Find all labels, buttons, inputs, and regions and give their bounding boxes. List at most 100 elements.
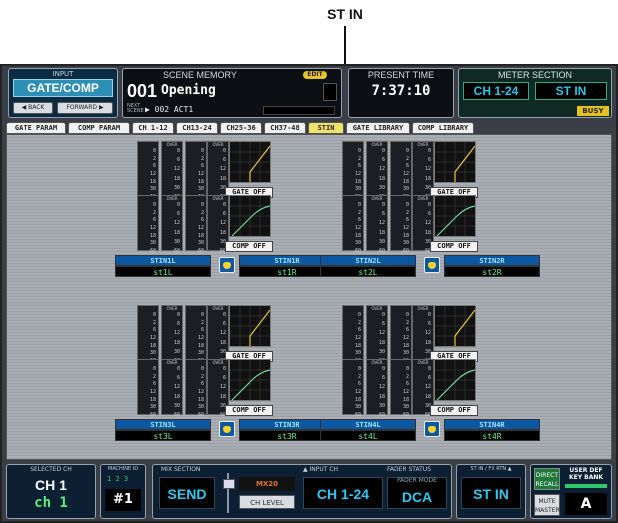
tab-comp-param[interactable]: COMP PARAM — [68, 122, 130, 134]
tab-comp-library[interactable]: COMP LIBRARY — [412, 122, 474, 134]
comp-off-button[interactable]: COMP OFF — [225, 405, 273, 416]
meter-tick: 18 — [149, 178, 156, 185]
next-scene-label: NEXT SCENE — [127, 103, 144, 114]
comp-off-button[interactable]: COMP OFF — [430, 405, 478, 416]
tab-ch13-24[interactable]: CH13-24 — [176, 122, 218, 134]
meter-tick: 30 — [173, 348, 180, 355]
scene-name: Opening — [161, 83, 216, 98]
level-meter: OVER0612183060 — [161, 359, 183, 418]
back-button[interactable]: ◀ BACK — [13, 102, 53, 114]
channel-name-left[interactable]: st3L — [115, 430, 211, 441]
channel-id-left[interactable]: STIN3L — [115, 419, 211, 430]
meter-tick: 0 — [405, 148, 409, 154]
gate-curve-graph[interactable] — [229, 305, 271, 347]
tab-ch-1-12[interactable]: CH 1-12 — [132, 122, 174, 134]
stin-button[interactable]: ST IN — [461, 477, 521, 509]
channel-name-left[interactable]: st4L — [320, 430, 416, 441]
level-meter: 02612183060 — [342, 141, 364, 200]
meter-tick: 30 — [197, 350, 204, 357]
input-ch-button[interactable]: CH 1-24 — [303, 477, 383, 509]
stereo-link-icon[interactable] — [219, 257, 235, 273]
tab-gate-param[interactable]: GATE PARAM — [6, 122, 66, 134]
gate-curve-graph[interactable] — [229, 141, 271, 183]
bank-indicator-bar — [565, 484, 607, 488]
scene-number[interactable]: 001 — [127, 81, 157, 102]
tab-ch25-36[interactable]: CH25-36 — [220, 122, 262, 134]
mix-20-display[interactable]: MX20 — [239, 477, 295, 491]
meter-tick: 30 — [354, 186, 361, 193]
stereo-link-icon[interactable] — [219, 421, 235, 437]
meter-tick: 12 — [354, 225, 361, 231]
channel-id-left[interactable]: STIN4L — [320, 419, 416, 430]
stin-panel: 02612183060OVER061218306002612183060OVER… — [6, 134, 612, 460]
meter-tick: 18 — [149, 396, 156, 403]
meter-tick: 0 — [357, 366, 361, 372]
channel-id-right[interactable]: STIN2R — [444, 255, 540, 266]
channel-name-left[interactable]: st1L — [115, 266, 211, 277]
tab-gate-library[interactable]: GATE LIBRARY — [346, 122, 410, 134]
channel-id-left[interactable]: STIN1L — [115, 255, 211, 266]
ch-level-button[interactable]: CH LEVEL — [239, 495, 295, 509]
direct-recall-button[interactable]: DIRECT RECALL — [534, 468, 560, 490]
meter-over-label: OVER — [371, 142, 383, 147]
scene-memory: SCENE MEMORY EDIT 001 Opening NEXT SCENE… — [122, 68, 342, 118]
meter-tick: 30 — [354, 404, 361, 411]
level-meter: 02612183060 — [390, 305, 412, 364]
level-meter: 02612183060 — [342, 195, 364, 254]
meter-tick: 6 — [152, 381, 156, 388]
meter-tick: 30 — [402, 404, 409, 411]
stereo-link-icon[interactable] — [424, 257, 440, 273]
forward-button[interactable]: FORWARD ▶ — [57, 102, 113, 114]
gate-curve-graph[interactable] — [434, 305, 476, 347]
meter-tick: 6 — [176, 321, 180, 328]
meter-tick: 6 — [152, 217, 156, 224]
meter-tick: 12 — [424, 330, 431, 337]
channel-pair: STIN1L st1L STIN1R st1R — [115, 255, 345, 277]
meter-tick: 60 — [149, 412, 156, 418]
mute-master-button[interactable]: MUTE MASTER — [534, 494, 560, 516]
function-title[interactable]: GATE/COMP — [13, 79, 113, 97]
comp-curve-graph[interactable] — [434, 195, 476, 237]
send-button[interactable]: SEND — [159, 477, 215, 509]
level-meter: OVER0612183060 — [161, 141, 183, 200]
level-meter: 02612183060 — [390, 359, 412, 418]
gate-curve-graph[interactable] — [434, 141, 476, 183]
meter-tick: 6 — [357, 217, 361, 224]
meter-tick: 0 — [405, 202, 409, 208]
meter-ch-button[interactable]: CH 1-24 — [463, 82, 529, 100]
meter-over-label: OVER — [166, 142, 178, 147]
meter-tick: 12 — [197, 335, 204, 341]
meter-tick: 60 — [354, 412, 361, 418]
meter-tick: 6 — [381, 211, 385, 218]
user-def-key-bank-value[interactable]: A — [565, 493, 607, 515]
meter-tick: 30 — [378, 238, 385, 245]
comp-curve-graph[interactable] — [229, 195, 271, 237]
channel-id-left[interactable]: STIN2L — [320, 255, 416, 266]
meter-tick: 6 — [222, 375, 226, 382]
selected-ch[interactable]: SELECTED CH CH 1 ch 1 — [6, 464, 96, 519]
level-meter: OVER0612183060 — [161, 195, 183, 254]
channel-name-right[interactable]: st4R — [444, 430, 540, 441]
meter-tick: 0 — [427, 366, 431, 372]
selected-ch-name: ch 1 — [34, 495, 68, 511]
tab-stin[interactable]: STIN — [308, 122, 344, 134]
meter-tick: 18 — [219, 339, 226, 346]
tab-ch37-48[interactable]: CH37-48 — [264, 122, 306, 134]
meter-tick: 18 — [402, 232, 409, 239]
channel-name-left[interactable]: st2L — [320, 266, 416, 277]
meter-tick: 30 — [197, 404, 204, 411]
comp-off-button[interactable]: COMP OFF — [225, 241, 273, 252]
channel-name-right[interactable]: st2R — [444, 266, 540, 277]
comp-curve-graph[interactable] — [434, 359, 476, 401]
channel-pair: STIN4L st4L STIN4R st4R — [320, 419, 550, 441]
comp-off-button[interactable]: COMP OFF — [430, 241, 478, 252]
fader-icon — [221, 473, 235, 513]
machine-value: #1 — [105, 489, 141, 511]
meter-tick: 6 — [405, 163, 409, 170]
comp-curve-graph[interactable] — [229, 359, 271, 401]
meter-stin-button[interactable]: ST IN — [535, 82, 607, 100]
level-meter: 02612183060 — [342, 305, 364, 364]
channel-id-right[interactable]: STIN4R — [444, 419, 540, 430]
stereo-link-icon[interactable] — [424, 421, 440, 437]
meter-tick: 6 — [222, 321, 226, 328]
